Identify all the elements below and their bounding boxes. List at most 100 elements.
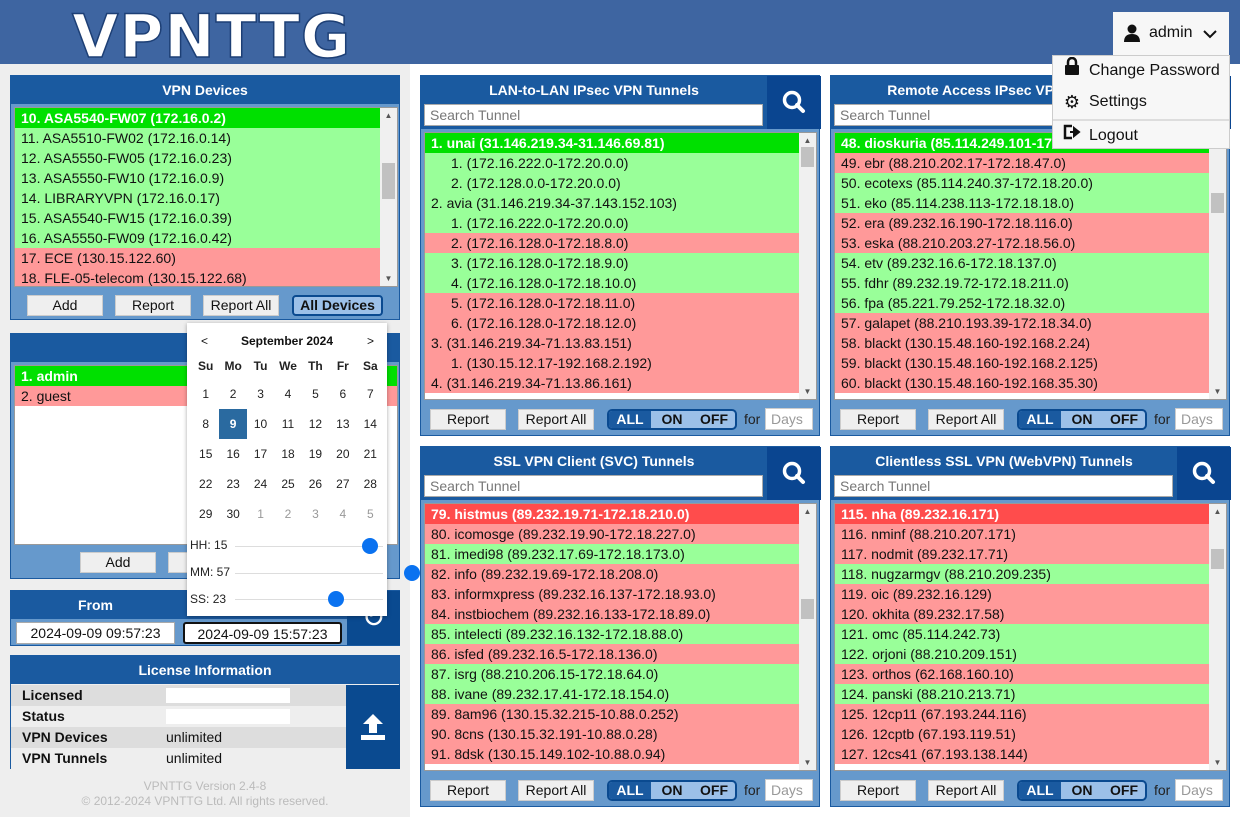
calendar-day[interactable]: 5 [302,379,329,409]
list-item[interactable]: 125. 12cp11 (67.193.244.116) [835,704,1209,724]
list-item[interactable]: 17. ECE (130.15.122.60) [15,248,380,268]
list-item[interactable]: 90. 8cns (130.15.32.191-10.88.0.28) [425,724,799,744]
list-item[interactable]: 87. isrg (88.210.206.15-172.18.64.0) [425,664,799,684]
list-item[interactable]: 120. okhita (89.232.17.58) [835,604,1209,624]
list-item[interactable]: 59. blackt (130.15.48.160-192.168.2.125) [835,353,1209,373]
second-slider-handle[interactable] [328,591,344,607]
status-filter-toggle[interactable]: ALL ON OFF [1017,409,1147,430]
scrollbar[interactable]: ▲▼ [1209,133,1226,399]
list-item[interactable]: 124. panski (88.210.213.71) [835,684,1209,704]
search-input[interactable]: Search Tunnel [424,475,763,497]
filter-off[interactable]: OFF [1103,411,1145,428]
list-item[interactable]: 2. (172.16.128.0-172.18.8.0) [425,233,799,253]
second-slider[interactable] [235,591,383,607]
list-item[interactable]: 115. nha (89.232.16.171) [835,504,1209,524]
minute-slider[interactable] [235,565,420,581]
report-all-button[interactable]: Report All [928,409,1004,430]
next-month-button[interactable]: > [367,334,374,348]
calendar-day[interactable]: 22 [192,469,219,499]
list-item[interactable]: 52. era (89.232.16.190-172.18.116.0) [835,213,1209,233]
list-item[interactable]: 13. ASA5550-FW10 (172.16.0.9) [15,168,380,188]
scrollbar[interactable]: ▲▼ [799,504,816,770]
list-item[interactable]: 83. informxpress (89.232.16.137-172.18.9… [425,584,799,604]
list-item[interactable]: 51. eko (85.114.238.113-172.18.18.0) [835,193,1209,213]
list-item[interactable]: 2. (172.128.0.0-172.20.0.0) [425,173,799,193]
upload-license-button[interactable] [346,685,400,769]
list-item[interactable]: 57. galapet (88.210.193.39-172.18.34.0) [835,313,1209,333]
list-item[interactable]: 11. ASA5510-FW02 (172.16.0.14) [15,128,380,148]
list-item[interactable]: 88. ivane (89.232.17.41-172.18.154.0) [425,684,799,704]
filter-on[interactable]: ON [1061,782,1103,799]
filter-on[interactable]: ON [651,782,693,799]
calendar-day[interactable]: 18 [274,439,301,469]
calendar-day[interactable]: 4 [274,379,301,409]
add-device-button[interactable]: Add [27,295,103,316]
list-item[interactable]: 2. avia (31.146.219.34-37.143.152.103) [425,193,799,213]
calendar-day[interactable]: 3 [302,499,329,529]
all-devices-button[interactable]: All Devices [292,295,383,316]
list-item[interactable]: 122. orjoni (88.210.209.151) [835,644,1209,664]
filter-all[interactable]: ALL [609,782,651,799]
list-item[interactable]: 91. 8dsk (130.15.149.102-10.88.0.94) [425,744,799,764]
calendar-day[interactable]: 16 [219,439,246,469]
scrollbar[interactable]: ▲▼ [1209,504,1226,770]
list-item[interactable]: 119. oic (89.232.16.129) [835,584,1209,604]
search-button[interactable] [1177,447,1231,500]
list-item[interactable]: 12. ASA5550-FW05 (172.16.0.23) [15,148,380,168]
calendar-day[interactable]: 10 [247,409,274,439]
report-all-button[interactable]: Report All [518,409,594,430]
search-button[interactable] [767,76,821,129]
calendar-day[interactable]: 12 [302,409,329,439]
calendar-day[interactable]: 30 [219,499,246,529]
search-input[interactable]: Search Tunnel [424,104,763,126]
scrollbar[interactable]: ▲▼ [380,108,397,286]
calendar-day[interactable]: 27 [329,469,356,499]
list-item[interactable]: 1. (130.15.12.17-192.168.2.192) [425,353,799,373]
list-item[interactable]: 89. 8am96 (130.15.32.215-10.88.0.252) [425,704,799,724]
minute-slider-handle[interactable] [404,565,420,581]
list-item[interactable]: 82. info (89.232.19.69-172.18.208.0) [425,564,799,584]
status-filter-toggle[interactable]: ALL ON OFF [607,409,737,430]
calendar-day[interactable]: 29 [192,499,219,529]
calendar-day[interactable]: 13 [329,409,356,439]
list-item[interactable]: 14. LIBRARYVPN (172.16.0.17) [15,188,380,208]
status-filter-toggle[interactable]: ALL ON OFF [1017,780,1147,801]
list-item[interactable]: 85. intelecti (89.232.16.132-172.18.88.0… [425,624,799,644]
list-item[interactable]: 4. (31.146.219.34-71.13.86.161) [425,373,799,393]
list-item[interactable]: 118. nugzarmgv (88.210.209.235) [835,564,1209,584]
hour-slider-handle[interactable] [362,538,378,554]
filter-off[interactable]: OFF [1103,782,1145,799]
calendar-day[interactable]: 6 [329,379,356,409]
filter-on[interactable]: ON [651,411,693,428]
calendar-day[interactable]: 28 [357,469,384,499]
prev-month-button[interactable]: < [201,334,208,348]
list-item[interactable]: 80. icomosge (89.232.19.90-172.18.227.0) [425,524,799,544]
calendar-day[interactable]: 17 [247,439,274,469]
list-item[interactable]: 18. FLE-05-telecom (130.15.122.68) [15,268,380,286]
list-item[interactable]: 86. isfed (89.232.16.5-172.18.136.0) [425,644,799,664]
list-item[interactable]: 6. (172.16.128.0-172.18.12.0) [425,313,799,333]
report-all-button[interactable]: Report All [928,780,1004,801]
list-item[interactable]: 81. imedi98 (89.232.17.69-172.18.173.0) [425,544,799,564]
calendar-day[interactable]: 11 [274,409,301,439]
filter-off[interactable]: OFF [693,411,735,428]
list-item[interactable]: 60. blackt (130.15.48.160-192.168.35.30) [835,373,1209,393]
filter-off[interactable]: OFF [693,782,735,799]
status-filter-toggle[interactable]: ALL ON OFF [607,780,737,801]
calendar-day[interactable]: 19 [302,439,329,469]
list-item[interactable]: 56. fpa (85.221.79.252-172.18.32.0) [835,293,1209,313]
list-item[interactable]: 1. unai (31.146.219.34-31.146.69.81) [425,133,799,153]
list-item[interactable]: 84. instbiochem (89.232.16.133-172.18.89… [425,604,799,624]
list-item[interactable]: 1. (172.16.222.0-172.20.0.0) [425,213,799,233]
report-button[interactable]: Report [840,780,916,801]
list-item[interactable]: 126. 12cptb (67.193.119.51) [835,724,1209,744]
report-all-button[interactable]: Report All [203,295,279,316]
user-menu-button[interactable]: admin [1113,12,1229,55]
calendar-day[interactable]: 25 [274,469,301,499]
days-input[interactable]: Days [765,408,813,430]
calendar-day[interactable]: 14 [357,409,384,439]
calendar-day[interactable]: 3 [247,379,274,409]
calendar-day[interactable]: 20 [329,439,356,469]
days-input[interactable]: Days [765,779,813,801]
report-button[interactable]: Report [115,295,191,316]
